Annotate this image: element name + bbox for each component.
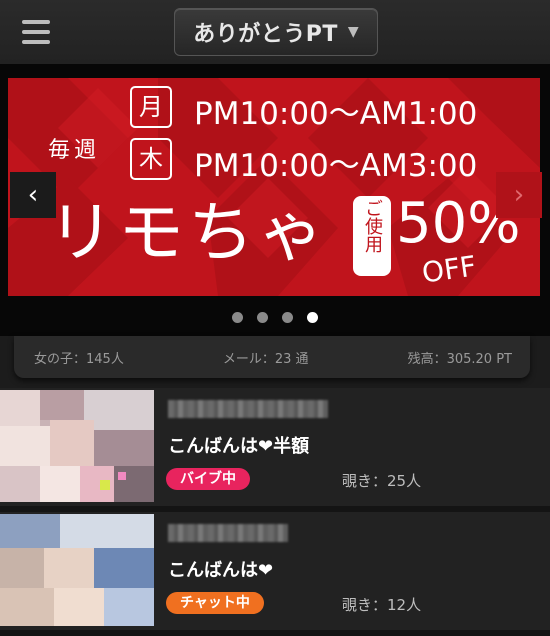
banner-time-thursday: PM10:00～AM3:00 <box>194 148 478 184</box>
chevron-down-icon: ▼ <box>347 24 359 40</box>
girls-count: 女の子：145人 <box>34 351 124 367</box>
status-badge: チャット中 <box>166 592 264 614</box>
banner-headline: リモちゃ <box>48 194 328 271</box>
dropdown-selected-value: ありがとうPT <box>193 22 338 47</box>
banner-off-label: OFF <box>419 249 479 290</box>
chevron-right-icon: › <box>513 180 525 210</box>
carousel-dot-2[interactable] <box>257 312 268 323</box>
banner-day-thursday: 木 <box>130 138 172 180</box>
banner-weekly-label: 毎週 <box>48 138 101 163</box>
carousel-dot-3[interactable] <box>282 312 293 323</box>
status-badge: バイブ中 <box>166 468 250 490</box>
points-balance: 残高：305.20 PT <box>407 351 512 367</box>
performer-list: こんばんは❤半額 バイブ中 覗き：25人 こんばんは❤ チャット中 覗き：12人 <box>0 388 550 636</box>
viewer-count: 覗き：12人 <box>342 596 422 614</box>
performer-thumbnail <box>0 514 154 626</box>
carousel-prev-button[interactable]: ‹ <box>10 172 56 218</box>
viewer-count: 覗き：25人 <box>342 472 422 490</box>
points-type-dropdown[interactable]: ありがとうPT ▼ <box>174 8 378 56</box>
carousel-next-button[interactable]: › <box>496 172 542 218</box>
carousel-dot-4[interactable] <box>307 312 318 323</box>
carousel-dot-1[interactable] <box>232 312 243 323</box>
app-header: ありがとうPT ▼ <box>0 0 550 64</box>
performer-message: こんばんは❤半額 <box>168 436 310 457</box>
chevron-left-icon: ‹ <box>27 180 39 210</box>
account-stats-bar: 女の子：145人 メール：23 通 残高：305.20 PT <box>14 336 530 378</box>
performer-message: こんばんは❤ <box>168 560 274 581</box>
performer-name-pixelated <box>168 524 288 542</box>
mail-count: メール：23 通 <box>222 351 309 367</box>
banner-time-monday: PM10:00～AM1:00 <box>194 96 478 132</box>
list-item[interactable]: こんばんは❤ チャット中 覗き：12人 <box>0 512 550 636</box>
promo-banner[interactable]: 毎週 月 PM10:00～AM1:00 木 PM10:00～AM3:00 リモち… <box>8 78 540 296</box>
banner-usage-tag-text: ご使用 <box>362 199 383 253</box>
banner-day-monday: 月 <box>130 86 172 128</box>
hamburger-menu-icon[interactable] <box>22 20 50 44</box>
carousel-indicators <box>0 312 550 323</box>
banner-carousel: 毎週 月 PM10:00～AM1:00 木 PM10:00～AM3:00 リモち… <box>0 64 550 336</box>
performer-thumbnail <box>0 390 154 502</box>
banner-usage-tag: ご使用 <box>353 196 391 276</box>
list-item[interactable]: こんばんは❤半額 バイブ中 覗き：25人 <box>0 388 550 512</box>
performer-name-pixelated <box>168 400 328 418</box>
